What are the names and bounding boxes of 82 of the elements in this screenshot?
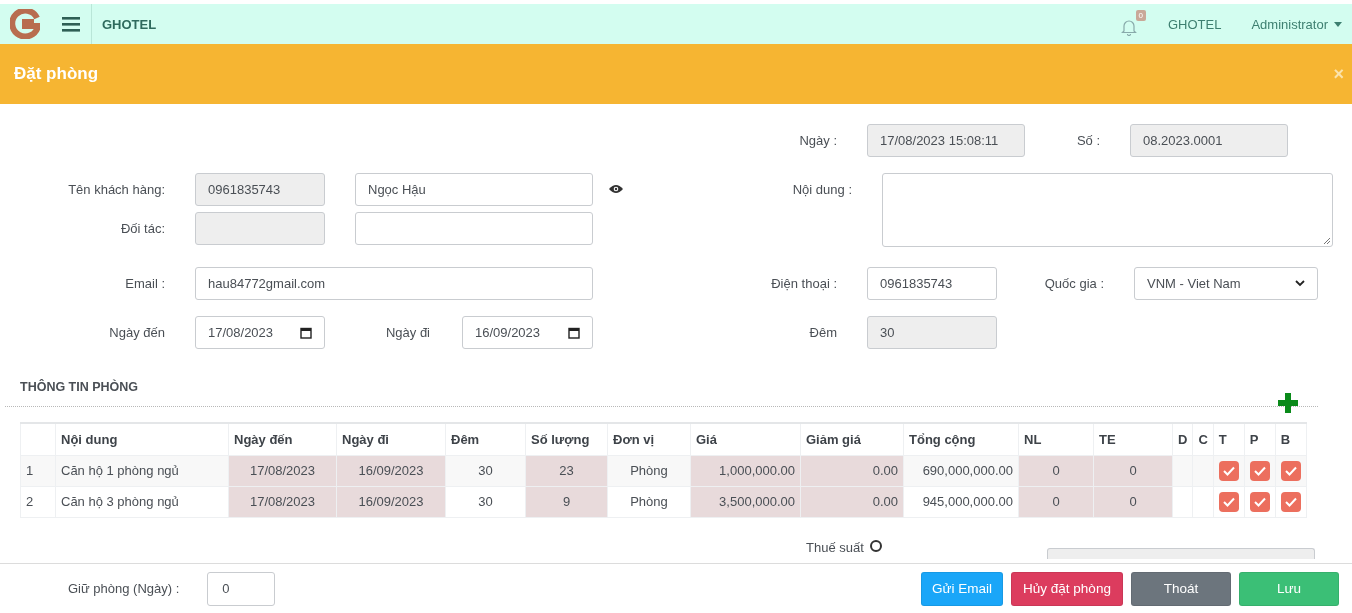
country-select[interactable]: VNM - Viet Nam [1134, 267, 1318, 300]
table-cell: 30 [445, 486, 526, 517]
email-field[interactable]: hau84772gmail.com [195, 267, 593, 300]
resize-handle-icon[interactable] [1323, 237, 1330, 244]
checkbox[interactable] [1249, 491, 1270, 512]
table-cell: 17/08/2023 [228, 455, 337, 486]
table-cell: 0 [1018, 486, 1094, 517]
field-label: Giữ phòng (Ngày) : [68, 581, 180, 596]
table-cell: 2 [20, 486, 56, 517]
field-label: Ngày đi [384, 324, 430, 340]
nav-link[interactable]: GHOTEL [1167, 16, 1222, 32]
table-cell: 9 [525, 486, 608, 517]
date-field[interactable]: 17/08/2023 15:08:11 [867, 124, 1025, 157]
field-label: Đêm [808, 324, 837, 340]
checkbox[interactable] [1249, 460, 1270, 481]
phone-field[interactable]: 0961835743 [867, 267, 997, 300]
field-label: Số : [1075, 132, 1100, 148]
table-cell: Phòng [607, 486, 691, 517]
partner-code-field[interactable] [195, 212, 325, 245]
field-label: Ngày đến [108, 324, 165, 340]
table-cell: 1 [20, 455, 56, 486]
checkbox[interactable] [1218, 460, 1239, 481]
field-label: Điện thoại : [770, 275, 837, 291]
table-cell: 0 [1018, 455, 1094, 486]
table-cell: 1,000,000.00 [690, 455, 801, 486]
user-menu[interactable]: Administrator [1251, 16, 1342, 32]
check-icon[interactable] [1253, 465, 1266, 476]
dialog-title: Đặt phòng [14, 64, 99, 84]
menu-icon[interactable] [61, 16, 80, 32]
field-label: Thuế suất [806, 539, 864, 556]
help-icon[interactable] [869, 539, 882, 552]
action-button[interactable]: Hủy đặt phòng [1011, 571, 1123, 606]
logo-icon[interactable] [10, 9, 40, 39]
chevron-icon[interactable] [1295, 280, 1305, 287]
action-button[interactable]: Thoát [1131, 571, 1231, 606]
table-cell: 23 [525, 455, 608, 486]
field-label: Tên khách hàng: [67, 181, 165, 197]
check-icon[interactable] [1284, 465, 1297, 476]
table-cell: 17/08/2023 [228, 486, 337, 517]
departure-date-field[interactable]: 16/09/2023 [462, 316, 593, 349]
check-icon[interactable] [1222, 465, 1235, 476]
check-icon[interactable] [1284, 496, 1297, 507]
field-label: Nội dung : [791, 181, 852, 197]
table-cell: Căn hộ 1 phòng ngủ [55, 455, 229, 486]
notification-badge: 0 [1135, 10, 1146, 21]
nights-field[interactable]: 30 [867, 316, 997, 349]
field-label: Quốc gia : [1043, 275, 1104, 291]
customer-code-field[interactable]: 0961835743 [195, 173, 325, 206]
add-icon[interactable] [1278, 393, 1298, 416]
table-cell: 16/09/2023 [336, 486, 446, 517]
calendar-icon[interactable] [300, 326, 312, 339]
table-cell: 3,500,000.00 [690, 486, 801, 517]
table-cell: 16/09/2023 [336, 455, 446, 486]
eye-icon[interactable] [609, 184, 623, 194]
caret-icon[interactable] [1334, 21, 1342, 27]
field-label: Đối tác: [119, 220, 165, 236]
section-title: THÔNG TIN PHÒNG [20, 380, 139, 396]
tax-field[interactable] [1046, 547, 1315, 559]
calendar-icon[interactable] [568, 326, 580, 339]
bell-icon[interactable] [1119, 17, 1138, 37]
table-cell: 0 [1093, 455, 1173, 486]
table-cell: Căn hộ 3 phòng ngủ [55, 486, 229, 517]
check-icon[interactable] [1222, 496, 1235, 507]
number-field[interactable]: 08.2023.0001 [1130, 124, 1288, 157]
checkbox[interactable] [1218, 491, 1239, 512]
arrival-date-field[interactable]: 17/08/2023 [195, 316, 325, 349]
check-icon[interactable] [1253, 496, 1266, 507]
table-cell: 690,000,000.00 [903, 455, 1019, 486]
checkbox[interactable] [1280, 491, 1301, 512]
table-cell: Phòng [607, 455, 691, 486]
hold-days-field[interactable]: 0 [207, 571, 276, 606]
table-cell: 0 [1093, 486, 1173, 517]
customer-name-field[interactable]: Ngọc Hậu [355, 173, 593, 206]
table-cell: 30 [445, 455, 526, 486]
app-name: GHOTEL [102, 16, 157, 32]
partner-name-field[interactable] [355, 212, 593, 245]
table-cell: 0.00 [800, 486, 904, 517]
field-label: Ngày : [798, 132, 837, 148]
field-label: Email : [124, 275, 165, 291]
table-cell: 0.00 [800, 455, 904, 486]
table-cell: 945,000,000.00 [903, 486, 1019, 517]
checkbox[interactable] [1280, 460, 1301, 481]
